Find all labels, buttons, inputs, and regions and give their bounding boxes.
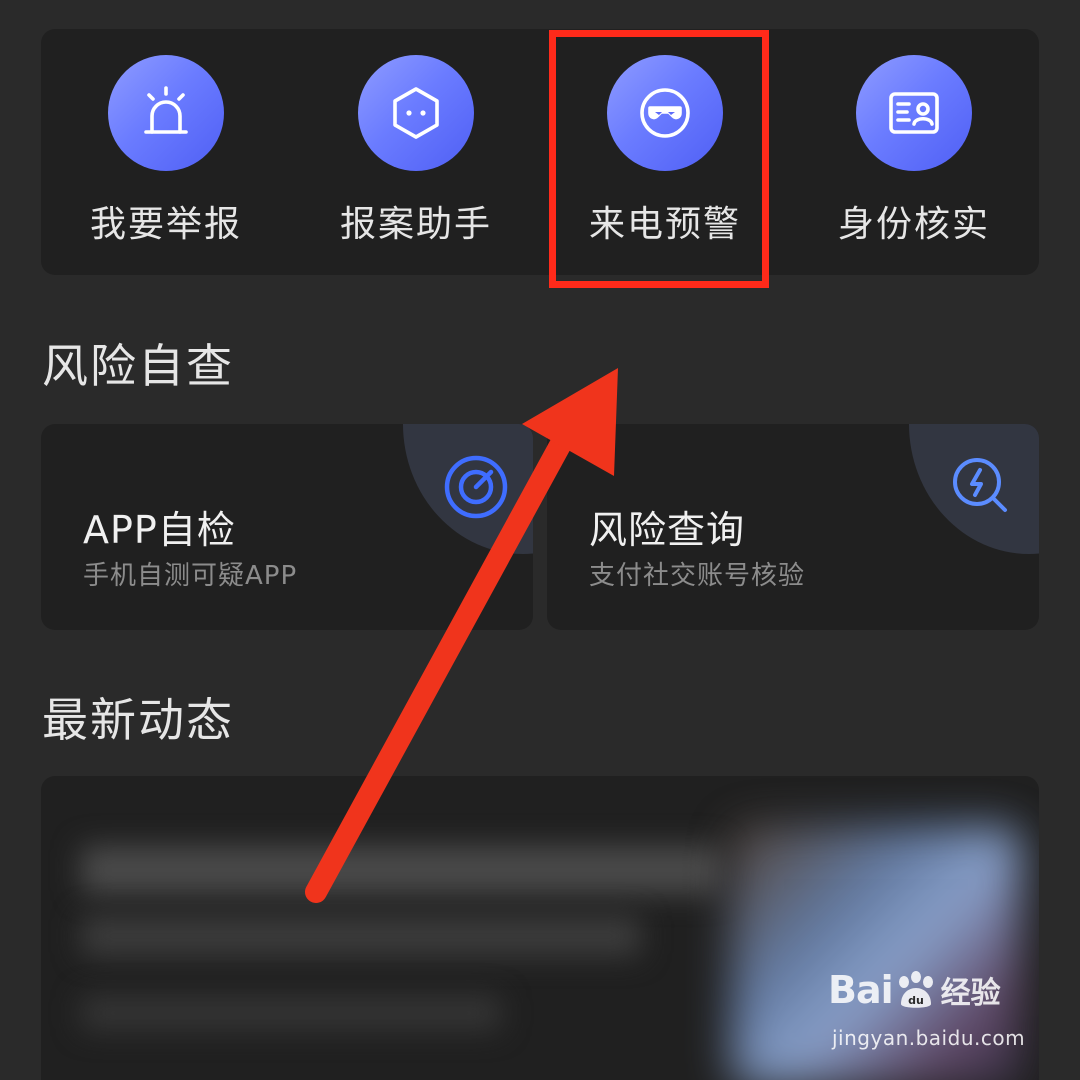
- siren-icon: [144, 86, 188, 134]
- quick-action-label: 我要举报: [89, 204, 242, 245]
- baidu-jingyan-watermark: Bai du 经验 jingyan.baidu.com: [828, 968, 1028, 1058]
- watermark-brand-cn: 经验: [940, 976, 1001, 1011]
- news-title: 最新动态: [42, 693, 234, 747]
- identity-check-icon-circle: [856, 55, 972, 171]
- risk-query-card[interactable]: 风险查询 支付社交账号核验: [547, 424, 1039, 630]
- watermark-brand-latin: Bai: [828, 968, 894, 1012]
- quick-action-identity-check[interactable]: 身份核实: [789, 29, 1039, 275]
- quick-action-label: 身份核实: [837, 204, 990, 245]
- blurred-meta: [81, 996, 501, 1030]
- watermark-brand-du: du: [908, 994, 924, 1007]
- quick-actions-panel: 我要举报 报案助手 来电预警 身份核实: [41, 29, 1039, 275]
- paw-icon: du: [898, 971, 933, 1008]
- card-subtitle: 支付社交账号核验: [589, 561, 806, 591]
- id-card-icon: [889, 92, 939, 134]
- quick-action-label: 报案助手: [339, 204, 492, 245]
- app-self-check-card[interactable]: APP自检 手机自测可疑APP: [41, 424, 533, 630]
- case-assistant-icon-circle: [358, 55, 474, 171]
- risk-check-title: 风险自查: [42, 339, 234, 393]
- cube-face-icon: [393, 87, 439, 139]
- report-icon-circle: [108, 55, 224, 171]
- radar-target-icon: [444, 455, 508, 519]
- blurred-headline-line: [81, 916, 641, 956]
- card-subtitle: 手机自测可疑APP: [83, 561, 298, 591]
- card-title: 风险查询: [589, 508, 746, 552]
- quick-action-case-assistant[interactable]: 报案助手: [291, 29, 541, 275]
- card-title: APP自检: [83, 508, 236, 552]
- watermark-brand: Bai du 经验: [828, 968, 1001, 1012]
- blurred-headline: [81, 846, 721, 894]
- search-lightning-icon: [953, 458, 1007, 512]
- annotation-highlight-box: [549, 30, 769, 288]
- watermark-url: jingyan.baidu.com: [832, 1026, 1026, 1050]
- quick-action-report[interactable]: 我要举报: [41, 29, 291, 275]
